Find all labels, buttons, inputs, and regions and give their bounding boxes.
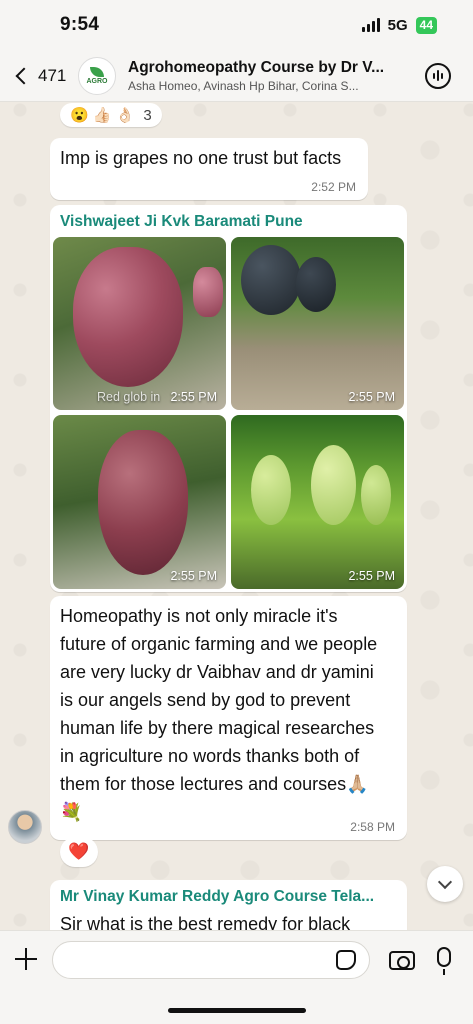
vineyard-photo[interactable]: 2:55 PM [231,237,404,410]
message-input[interactable] [52,941,370,979]
leaf-logo-icon [90,66,104,77]
reaction-emojis: 😮 👍🏻 👌🏻 [70,107,135,124]
grape-photo[interactable]: Red glob in 2:55 PM [53,237,226,410]
photo-time: 2:55 PM [170,569,217,583]
message-line: 💐 [60,802,83,822]
photo-album-bubble[interactable]: Vishwajeet Ji Kvk Baramati Pune Red glob… [50,205,407,592]
message-text: Homeopathy is not only miracle it's futu… [60,602,377,826]
grape-cluster [251,455,291,525]
reaction-count: 3 [143,106,152,124]
group-members: Asha Homeo, Avinash Hp Bihar, Corina S..… [128,78,359,93]
chevron-down-icon [437,874,453,890]
unread-count: 471 [38,65,67,85]
status-indicators: 5G 44 [361,16,437,34]
message-reaction[interactable]: ❤️ [60,837,98,867]
message-bubble[interactable]: Imp is grapes no one trust but facts 2:5… [50,138,368,200]
message-time: 2:52 PM [311,180,356,194]
photo-caption: Red glob in [97,390,161,404]
message-line: Homeopathy is not only miracle it's [60,606,338,626]
plus-icon[interactable] [14,947,38,971]
chat-header: 471 AGRO Agrohomeopathy Course by Dr V..… [0,50,473,102]
grape-cluster [193,267,223,317]
chevron-left-icon [15,67,33,84]
home-indicator [168,1008,306,1013]
message-line: in agriculture no words thanks both of [60,746,360,766]
photo-time: 2:55 PM [348,390,395,404]
message-line: them for those lectures and courses🙏🏼 [60,774,369,794]
grape-cluster [241,245,301,315]
grape-cluster [296,257,336,312]
heart-icon: ❤️ [68,842,90,861]
message-line: is our angels send by god to prevent [60,690,351,710]
group-title: Agrohomeopathy Course by Dr V... [128,58,385,76]
back-button[interactable]: 471 [0,66,78,86]
grape-cluster [98,430,188,575]
message-bubble[interactable]: Homeopathy is not only miracle it's futu… [50,596,407,840]
message-line: are very lucky dr Vaibhav and dr yamini [60,662,374,682]
network-type: 5G [387,16,408,34]
microphone-icon[interactable] [437,947,451,975]
battery-icon: 44 [415,16,437,34]
message-text: Imp is grapes no one trust but facts [60,148,342,168]
group-info[interactable]: Agrohomeopathy Course by Dr V... Asha Ho… [128,59,411,93]
message-time: 2:58 PM [350,820,395,834]
message-line: human life by there magical researches [60,718,375,738]
photo-time: 2:55 PM [348,569,395,583]
message-reactions[interactable]: 😮 👍🏻 👌🏻 3 [60,103,162,127]
grape-cluster [311,445,356,525]
sender-name[interactable]: Vishwajeet Ji Kvk Baramati Pune [60,213,303,231]
status-time: 9:54 [60,14,100,35]
photo-time: 2:55 PM [170,390,217,404]
vineyard-photo[interactable]: 2:55 PM [231,415,404,589]
message-line: future of organic farming and we people [60,634,378,654]
scroll-to-bottom-button[interactable] [427,866,463,902]
group-avatar[interactable]: AGRO [78,56,116,95]
avatar-logo-text: AGRO [86,77,108,85]
sender-avatar[interactable] [8,810,42,844]
voice-call-icon[interactable] [425,62,451,89]
camera-icon[interactable] [389,951,415,970]
grape-cluster [73,247,183,387]
grape-photo[interactable]: 2:55 PM [53,415,226,589]
status-bar: 9:54 5G 44 [0,0,473,50]
grape-cluster [361,465,391,525]
sticker-icon[interactable] [336,950,356,970]
sender-name[interactable]: Mr Vinay Kumar Reddy Agro Course Tela... [60,888,374,906]
signal-icon [361,18,380,32]
